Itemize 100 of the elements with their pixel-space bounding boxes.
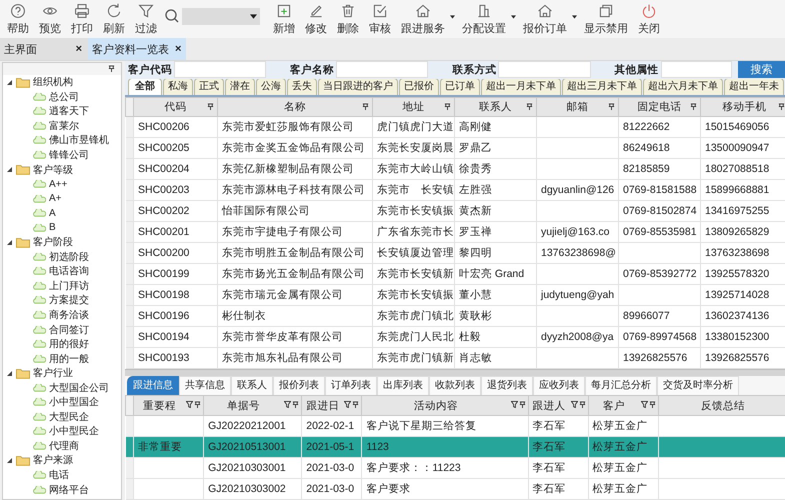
detail-tab[interactable]: 联系人 bbox=[231, 376, 273, 395]
filter-tab[interactable]: 公海 bbox=[256, 78, 286, 96]
pin-icon[interactable] bbox=[608, 103, 615, 110]
tree-item-label[interactable]: 小中型国企 bbox=[49, 395, 99, 410]
tree-group-label[interactable]: 客户阶段 bbox=[33, 235, 73, 250]
column-header[interactable]: 单据号 bbox=[204, 396, 302, 416]
tree-item-label[interactable]: 初选阶段 bbox=[49, 250, 89, 264]
toolbar-button[interactable]: 报价订单 bbox=[518, 1, 579, 37]
tree-item-label[interactable]: 上门拜访 bbox=[49, 278, 89, 293]
filter-tab[interactable]: 私海 bbox=[163, 78, 193, 96]
expand-arrow-icon[interactable] bbox=[7, 80, 12, 85]
column-header[interactable]: 移动手机 bbox=[700, 98, 785, 117]
pin-icon[interactable] bbox=[352, 401, 360, 408]
filter-icon[interactable] bbox=[510, 401, 518, 408]
tree-group-label[interactable]: 客户行业 bbox=[33, 366, 73, 380]
expand-arrow-icon[interactable] bbox=[7, 458, 12, 463]
filter-icon[interactable] bbox=[344, 401, 352, 408]
document-tab[interactable]: 主界面 × bbox=[0, 38, 88, 60]
filter-icon[interactable] bbox=[570, 401, 578, 408]
input-field[interactable] bbox=[660, 61, 732, 78]
tree-item-label[interactable]: 方案提交 bbox=[49, 293, 89, 308]
tab-label[interactable]: 主界面 bbox=[4, 42, 37, 56]
tree-item-label[interactable]: 用的很好 bbox=[49, 337, 89, 352]
pin-icon[interactable] bbox=[526, 103, 533, 110]
filter-icon[interactable] bbox=[640, 401, 648, 408]
detail-tab[interactable]: 出库列表 bbox=[377, 376, 429, 395]
tree-group-label[interactable]: 组织机构 bbox=[33, 75, 73, 90]
tree-item-label[interactable]: 逍客天下 bbox=[49, 104, 89, 118]
toolbar-button[interactable]: 分配设置 bbox=[457, 1, 518, 37]
tree-item-label[interactable]: 佛山市昱锋机 bbox=[49, 133, 109, 148]
column-header[interactable]: 名称 bbox=[218, 98, 372, 117]
tree-group-label[interactable]: 客户来源 bbox=[33, 453, 73, 468]
filter-tab[interactable]: 已报价 bbox=[399, 78, 439, 96]
toolbar-button[interactable]: 帮助 bbox=[2, 1, 34, 37]
toolbar-button[interactable]: 过滤 bbox=[130, 1, 162, 37]
detail-tab[interactable]: 报价列表 bbox=[273, 376, 325, 395]
tree-item-label[interactable]: 富莱尔 bbox=[49, 118, 79, 133]
input-field[interactable] bbox=[498, 61, 591, 78]
column-header[interactable]: 客户 bbox=[588, 396, 658, 416]
tree-item-label[interactable]: 小中型民企 bbox=[49, 424, 99, 438]
pin-icon[interactable] bbox=[207, 103, 214, 110]
detail-tab[interactable]: 收款列表 bbox=[429, 376, 481, 395]
column-header[interactable]: 跟进日 bbox=[302, 396, 362, 416]
column-header[interactable]: 固定电话 bbox=[618, 98, 700, 117]
pin-icon[interactable] bbox=[778, 103, 785, 110]
search-button[interactable]: 搜索 bbox=[738, 61, 785, 78]
filter-tab[interactable]: 超出一年未 bbox=[724, 78, 784, 96]
filter-tab[interactable]: 已订单 bbox=[440, 78, 480, 96]
expand-arrow-icon[interactable] bbox=[7, 370, 12, 376]
filter-icon[interactable] bbox=[186, 401, 194, 408]
column-header[interactable]: 邮箱 bbox=[536, 98, 618, 117]
toolbar-button[interactable]: 修改 bbox=[300, 1, 332, 37]
toolbar-button[interactable]: 跟进服务 bbox=[396, 1, 457, 37]
detail-tab[interactable]: 订单列表 bbox=[325, 376, 377, 395]
column-header[interactable]: 重要程 bbox=[134, 396, 204, 416]
tree-item-label[interactable]: A bbox=[49, 208, 56, 219]
tree-item-label[interactable]: 代理商 bbox=[49, 438, 79, 453]
filter-tab[interactable]: 超出六月未下单 bbox=[643, 78, 723, 96]
detail-tab[interactable]: 交货及时率分析 bbox=[657, 376, 739, 395]
toolbar-button[interactable]: 预览 bbox=[34, 1, 66, 37]
detail-tab[interactable]: 应收列表 bbox=[533, 376, 585, 395]
pin-icon[interactable] bbox=[194, 401, 202, 408]
toolbar-button[interactable]: 刷新 bbox=[98, 1, 130, 37]
tree-item-label[interactable]: B bbox=[49, 222, 56, 234]
filter-tab[interactable]: 超出一月未下单 bbox=[481, 78, 561, 96]
search-combo-field[interactable] bbox=[182, 8, 260, 24]
pin-icon[interactable] bbox=[444, 103, 451, 110]
column-header[interactable]: 反馈总结 bbox=[658, 396, 785, 416]
filter-tab[interactable]: 超出三月未下单 bbox=[562, 78, 642, 96]
detail-tab[interactable]: 每月汇总分析 bbox=[585, 376, 657, 395]
toolbar-button[interactable]: 审核 bbox=[364, 1, 396, 37]
tree-item-label[interactable]: 商务洽谈 bbox=[49, 308, 89, 322]
column-header[interactable]: 联系人 bbox=[454, 98, 536, 117]
tree-item-label[interactable]: 总公司 bbox=[49, 90, 79, 104]
expand-arrow-icon[interactable] bbox=[7, 167, 12, 172]
toolbar-button[interactable]: 删除 bbox=[332, 1, 364, 37]
detail-tab[interactable]: 退货列表 bbox=[481, 376, 533, 395]
document-tab[interactable]: 客户资料一览表 × bbox=[88, 38, 186, 60]
column-header[interactable]: 地址 bbox=[372, 98, 454, 117]
pin-icon[interactable] bbox=[292, 401, 300, 408]
tree-item-label[interactable]: A++ bbox=[49, 178, 68, 190]
expand-arrow-icon[interactable] bbox=[7, 240, 12, 245]
tree-item-label[interactable]: 合同签订 bbox=[49, 322, 89, 337]
filter-tab[interactable]: 潜在 bbox=[225, 78, 255, 96]
tree-item-label[interactable]: 网络平台 bbox=[49, 482, 89, 497]
detail-tab[interactable]: 跟进信息 bbox=[127, 376, 179, 395]
tree-group-label[interactable]: 客户等级 bbox=[33, 162, 73, 177]
filter-tab[interactable]: 当日跟进的客户 bbox=[318, 78, 398, 96]
toolbar-button[interactable]: 关闭 bbox=[633, 1, 665, 37]
close-tab-button[interactable]: × bbox=[175, 43, 182, 55]
filter-tab[interactable]: 丢失 bbox=[287, 78, 317, 96]
tree-item-label[interactable]: 电话咨询 bbox=[49, 264, 89, 278]
tab-label[interactable]: 客户资料一览表 bbox=[92, 42, 169, 56]
pin-icon[interactable] bbox=[648, 401, 656, 408]
filter-tab[interactable]: 正式 bbox=[194, 78, 224, 96]
toolbar-button[interactable]: 新增 bbox=[268, 1, 300, 37]
filter-icon[interactable] bbox=[284, 401, 292, 408]
input-field[interactable] bbox=[174, 61, 266, 78]
pin-icon[interactable] bbox=[362, 103, 369, 110]
tree-item-label[interactable]: 用的一般 bbox=[49, 352, 89, 366]
